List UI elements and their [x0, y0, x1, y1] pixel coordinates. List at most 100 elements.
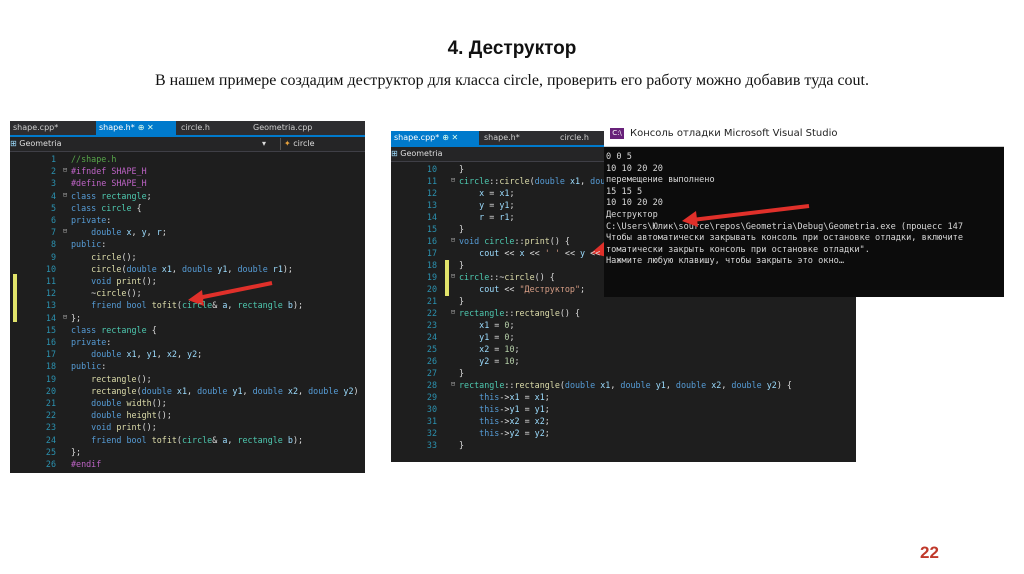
code-line: this->x2 = x2; [479, 416, 550, 426]
code-line: friend bool tofit(circle& a, rectangle b… [91, 434, 304, 445]
line-number: 26 [45, 459, 56, 469]
code-line: private: [71, 337, 112, 347]
collapse-icon[interactable]: ⊟ [449, 236, 457, 244]
code-line: } [459, 296, 465, 306]
project-dropdown[interactable]: ⊞ Geometria ▾ [10, 137, 278, 151]
tab-shape-h[interactable]: shape.h* [481, 131, 551, 145]
line-number: 31 [426, 416, 437, 426]
code-line: rectangle(double x1, double y1, double x… [91, 385, 359, 396]
line-number: 15 [45, 324, 56, 335]
line-number: 14 [45, 312, 56, 323]
code-line: y1 = 0; [479, 332, 515, 342]
line-number: 20 [45, 385, 56, 396]
line-number: 18 [45, 361, 56, 372]
code-line: x1 = 0; [479, 320, 515, 330]
code-line: rectangle(); [91, 373, 152, 384]
line-number: 23 [426, 320, 437, 330]
collapse-icon[interactable]: ⊟ [61, 313, 69, 321]
line-number: 21 [426, 296, 437, 306]
code-line: y = y1; [479, 200, 515, 210]
editor-tab-strip: shape.cpp* shape.h* ⊕ ✕ circle.h Geometri… [10, 121, 365, 137]
tab-circle-h[interactable]: circle.h [178, 121, 248, 135]
line-number: 16 [426, 236, 437, 246]
code-line: double width(); [91, 398, 167, 408]
line-number: 4 [50, 190, 56, 201]
code-line: } [459, 368, 465, 378]
line-number: 6 [50, 215, 56, 225]
code-line: cout << x << ' ' << y << [479, 248, 601, 258]
debug-console-window: C:\ Консоль отладки Microsoft Visual Stu… [604, 122, 1004, 297]
line-number: 19 [426, 272, 437, 282]
line-number: 5 [50, 202, 56, 213]
line-number: 8 [50, 239, 56, 250]
code-area[interactable]: 1//shape.h 2 ⊟ #ifndef SHAPE_H 3 #define SHAP… [10, 152, 365, 473]
code-line: }; [71, 312, 82, 323]
line-number: 13 [45, 300, 56, 311]
tab-geometria-cpp[interactable]: Geometria.cpp [250, 121, 350, 135]
code-line: private: [71, 215, 112, 225]
code-editor-shape-h: shape.cpp* shape.h* ⊕ ✕ circle.h Geometri… [10, 121, 365, 473]
code-line: circle(double x1, double y1, double r1); [91, 263, 293, 274]
line-number: 14 [426, 212, 437, 222]
collapse-icon[interactable]: ⊟ [61, 227, 69, 235]
code-line: this->y1 = y1; [479, 404, 550, 414]
arrow-annotation [682, 204, 810, 227]
code-line: rectangle::rectangle() { [459, 308, 581, 318]
code-line: circle::~circle() { [459, 272, 555, 282]
tab-shape-h[interactable]: shape.h* ⊕ ✕ [96, 121, 176, 135]
code-line: #endif [71, 459, 102, 469]
code-line: friend bool tofit(circle& a, rectangle b… [91, 300, 304, 311]
code-line: } [459, 164, 465, 174]
collapse-icon[interactable]: ⊟ [61, 191, 69, 199]
line-number: 12 [426, 188, 437, 198]
line-number: 11 [426, 176, 437, 186]
line-number: 20 [426, 284, 437, 294]
code-line: x = x1; [479, 188, 515, 198]
line-number: 22 [426, 308, 437, 318]
project-dropdown[interactable]: ⊞ Geometria [391, 147, 591, 161]
line-number: 10 [45, 263, 56, 274]
close-icon[interactable]: ⊕ ✕ [442, 133, 458, 142]
navigation-bar: ⊞ Geometria ▾ ✦ circle [10, 137, 365, 152]
code-line: } [459, 440, 465, 450]
code-line: this->y2 = y2; [479, 428, 550, 438]
tab-shape-cpp[interactable]: shape.cpp* ⊕ ✕ [391, 131, 479, 145]
line-number: 7 [50, 227, 56, 238]
line-number: 25 [426, 344, 437, 354]
line-number: 1 [50, 154, 56, 164]
code-line: x2 = 10; [479, 344, 520, 354]
scope-dropdown[interactable]: ✦ circle [284, 137, 364, 151]
close-icon[interactable]: ⊕ ✕ [138, 123, 154, 132]
line-number: 18 [426, 260, 437, 270]
code-line: double x1, y1, x2, y2; [91, 349, 203, 360]
collapse-icon[interactable]: ⊟ [449, 176, 457, 184]
line-number: 12 [45, 288, 56, 299]
collapse-icon[interactable]: ⊟ [449, 308, 457, 316]
line-number: 10 [426, 164, 437, 174]
code-line: #ifndef SHAPE_H [71, 166, 147, 177]
line-number: 15 [426, 224, 437, 234]
line-number: 29 [426, 392, 437, 402]
code-line: cout << "Деструктор"; [479, 284, 586, 294]
collapse-icon[interactable]: ⊟ [449, 272, 457, 280]
line-number: 21 [45, 398, 56, 408]
line-number: 32 [426, 428, 437, 438]
line-number: 9 [50, 251, 56, 262]
collapse-icon[interactable]: ⊟ [61, 166, 69, 174]
line-number: 33 [426, 440, 437, 450]
code-line: this->x1 = x1; [479, 392, 550, 402]
line-number: 13 [426, 200, 437, 210]
code-line: }; [71, 446, 82, 457]
page-number: 22 [920, 543, 939, 562]
code-line: public: [71, 361, 107, 372]
tab-shape-cpp[interactable]: shape.cpp* [10, 121, 96, 135]
line-number: 17 [45, 349, 56, 360]
line-number: 30 [426, 404, 437, 414]
collapse-icon[interactable]: ⊟ [449, 380, 457, 388]
chevron-down-icon: ▾ [262, 139, 267, 148]
code-line: public: [71, 239, 107, 250]
line-number: 28 [426, 380, 437, 390]
line-number: 17 [426, 248, 437, 258]
code-line: class rectangle; [71, 190, 152, 201]
line-number: 2 [50, 166, 56, 177]
